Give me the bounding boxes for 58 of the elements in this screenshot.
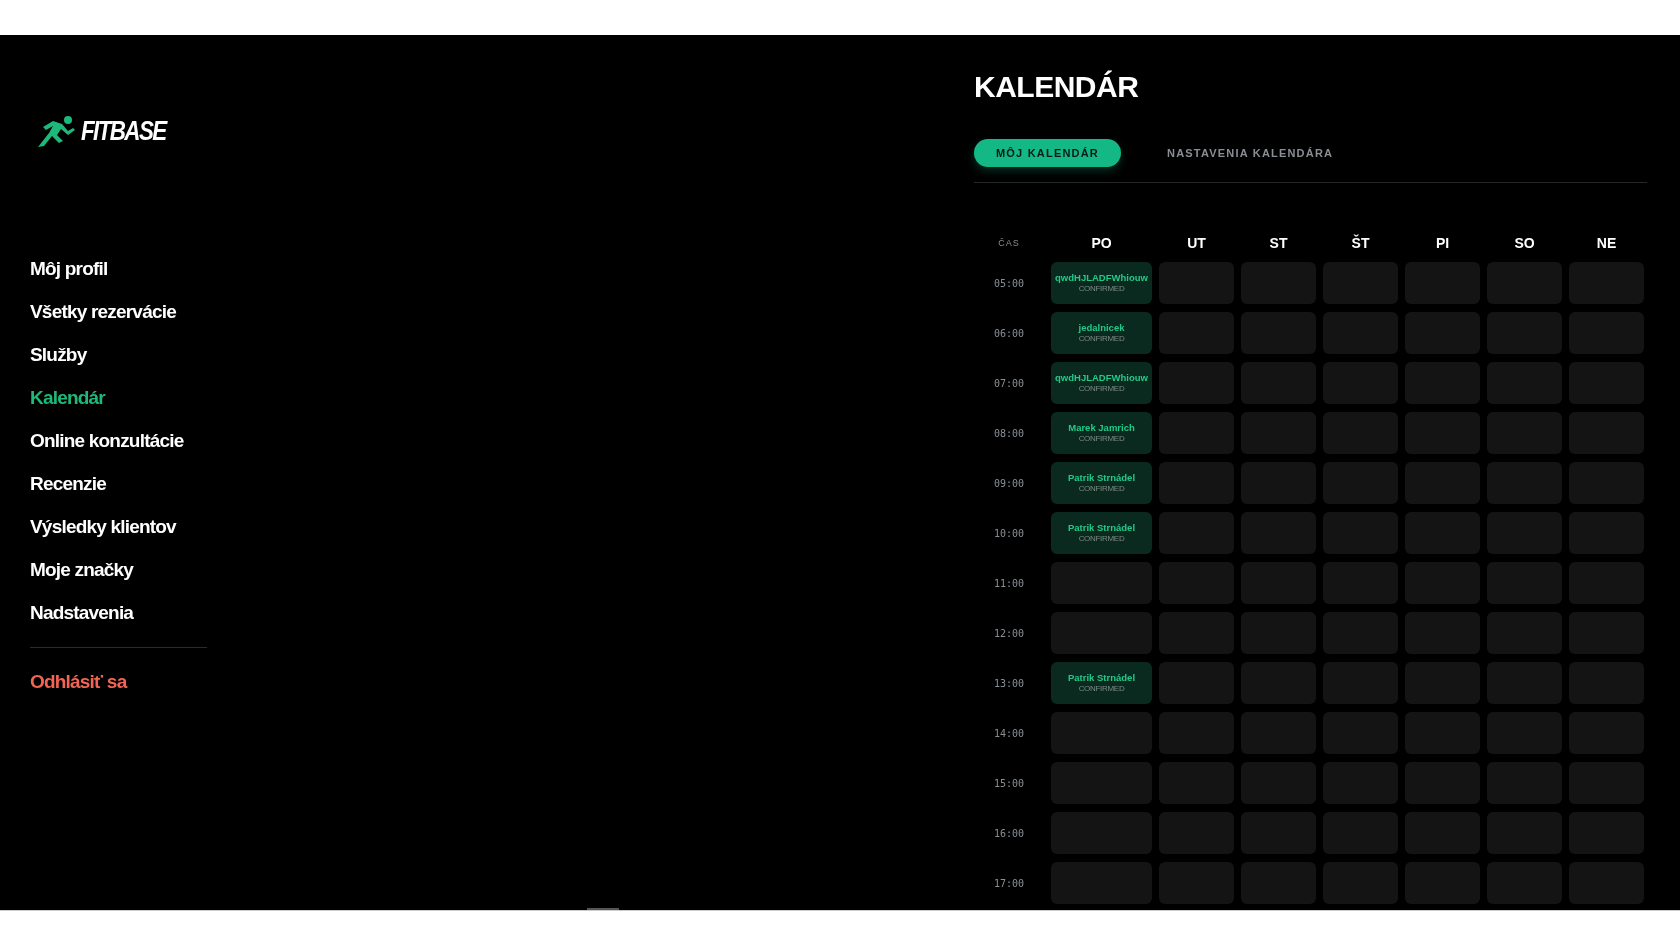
day-header: SO [1514,234,1535,253]
nav-item[interactable]: Kalendár [30,384,105,412]
time-header: ČAS [998,236,1020,250]
event-status: CONFIRMED [1078,434,1125,443]
tab[interactable]: MÔJ KALENDÁR [974,139,1121,167]
day-header: PO [1091,234,1112,253]
event-status: CONFIRMED [1078,384,1125,393]
time-label: 10:00 [993,526,1025,541]
logo-text: FITBASE [81,117,166,145]
nav-item[interactable]: Recenzie [30,470,106,498]
time-label: 17:00 [993,876,1025,891]
event-status: CONFIRMED [1078,334,1125,343]
event-title: Patrik Strnádel [1067,473,1136,483]
day-header: ST [1269,234,1288,253]
time-label: 14:00 [993,726,1025,741]
event-status: CONFIRMED [1078,684,1125,693]
page-title: KALENDÁR [974,69,1139,105]
time-label: 08:00 [993,426,1025,441]
nav-item[interactable]: Služby [30,341,87,369]
day-header: NE [1596,234,1617,253]
event-card[interactable]: Patrik Strnádel CONFIRMED [1051,462,1152,504]
nav-item[interactable]: Výsledky klientov [30,513,176,541]
nav-item[interactable]: Moje značky [30,556,134,584]
nav-item[interactable]: Môj profil [30,255,108,283]
time-label: 16:00 [993,826,1025,841]
event-title: qwdHJLADFWhiouw [1055,273,1148,283]
time-label: 09:00 [993,476,1025,491]
event-card[interactable]: jedalnicek CONFIRMED [1051,312,1152,354]
scrollbar-thumb[interactable] [587,908,619,910]
nav-item[interactable]: Online konzultácie [30,427,184,455]
time-label: 13:00 [993,676,1025,691]
day-header: UT [1187,234,1206,253]
event-card[interactable]: qwdHJLADFWhiouw CONFIRMED [1051,362,1152,404]
event-card[interactable]: Marek Jamrich CONFIRMED [1051,412,1152,454]
time-label: 12:00 [993,626,1025,641]
runner-icon [35,115,77,147]
day-header: ŠT [1351,233,1370,253]
time-label: 15:00 [993,776,1025,791]
event-status: CONFIRMED [1078,284,1125,293]
event-title: Patrik Strnádel [1067,523,1136,533]
tab[interactable]: NASTAVENIA KALENDÁRA [1145,139,1356,167]
event-title: qwdHJLADFWhiouw [1055,373,1148,383]
time-label: 11:00 [993,576,1025,591]
event-title: Marek Jamrich [1068,423,1135,433]
day-header: PI [1435,234,1450,253]
time-label: 05:00 [993,276,1025,291]
event-status: CONFIRMED [1078,484,1125,493]
time-label: 07:00 [993,376,1025,391]
event-status: CONFIRMED [1078,534,1125,543]
time-label: 06:00 [993,326,1025,341]
nav-item[interactable]: Všetky rezervácie [30,298,176,326]
event-card[interactable]: Patrik Strnádel CONFIRMED [1051,662,1152,704]
logout-link[interactable]: Odhlásiť sa [30,668,127,696]
event-card[interactable]: Patrik Strnádel CONFIRMED [1051,512,1152,554]
event-card[interactable]: qwdHJLADFWhiouw CONFIRMED [1051,262,1152,304]
event-title: jedalnicek [1078,323,1125,333]
nav-item[interactable]: Nadstavenia [30,599,134,627]
event-title: Patrik Strnádel [1067,673,1136,683]
